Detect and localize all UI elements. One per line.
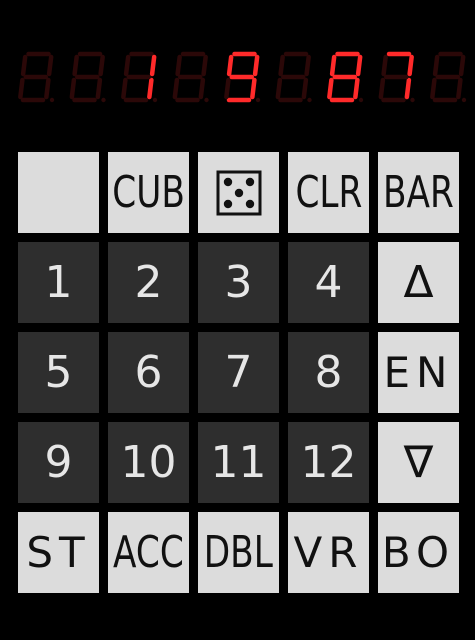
st-button-label: ST: [26, 528, 91, 577]
bo-button[interactable]: BO: [378, 512, 459, 593]
digit-1-dot: [49, 97, 55, 103]
key-9-label: 9: [44, 437, 73, 488]
digit-7-segment-f: [329, 54, 337, 77]
key-7-label: 7: [224, 347, 253, 398]
key-12-label: 12: [300, 437, 357, 488]
digit-9-segment-c: [456, 77, 463, 100]
up-button-label: Δ: [403, 257, 434, 308]
digit-1-segment-f: [20, 54, 28, 77]
digit-1-segment-c: [44, 77, 51, 100]
key-11[interactable]: 11: [198, 422, 279, 503]
key-4[interactable]: 4: [288, 242, 369, 323]
key-4-label: 4: [314, 257, 343, 308]
st-button[interactable]: ST: [18, 512, 99, 593]
digit-7-dot: [358, 97, 364, 103]
digit-4-segment-b: [201, 54, 208, 77]
key-5[interactable]: 5: [18, 332, 99, 413]
digit-9-segment-b: [458, 54, 466, 77]
bo-button-label: BO: [381, 528, 456, 577]
key-6[interactable]: 6: [108, 332, 189, 413]
bar-button[interactable]: BAR: [378, 152, 459, 233]
key-10[interactable]: 10: [108, 422, 189, 503]
digit-3-segment-f: [123, 54, 131, 77]
digit-9-segment-e: [430, 77, 437, 100]
key-1[interactable]: 1: [18, 242, 99, 323]
keypad: CUB CLR BAR 1 2 3 4 Δ 5 6 7 8 EN 9 10 11 12 ∇ ST ACC DBL VR BO: [18, 152, 459, 593]
acc-button[interactable]: ACC: [108, 512, 189, 593]
digit-6-segment-b: [304, 54, 311, 77]
digit-5-segment-b: [252, 54, 260, 77]
digit-5-segment-e: [224, 77, 231, 100]
digit-8-dot: [410, 97, 415, 103]
clear-button[interactable]: CLR: [288, 152, 369, 233]
vr-button[interactable]: VR: [288, 512, 369, 593]
digit-6-dot: [307, 97, 312, 103]
seven-segment-display: [0, 0, 475, 140]
key-11-label: 11: [210, 437, 267, 488]
digit-3-segment-e: [121, 77, 128, 100]
display-digits: [18, 51, 467, 103]
bar-button-label: BAR: [383, 167, 454, 218]
en-button[interactable]: EN: [378, 332, 459, 413]
key-2-label: 2: [134, 257, 163, 308]
key-12[interactable]: 12: [288, 422, 369, 503]
digit-7-segment-c: [353, 77, 360, 100]
digit-3-segment-b: [149, 54, 157, 77]
digit-6-segment-c: [301, 77, 309, 100]
key-3[interactable]: 3: [198, 242, 279, 323]
key-3-label: 3: [224, 257, 253, 308]
digit-4-dot: [204, 97, 209, 103]
key-8-label: 8: [314, 347, 343, 398]
vr-button-label: VR: [293, 528, 364, 577]
digit-2-segment-b: [98, 54, 105, 77]
key-2[interactable]: 2: [108, 242, 189, 323]
digit-8-segment-e: [378, 77, 386, 100]
down-button[interactable]: ∇: [378, 422, 459, 503]
up-button[interactable]: Δ: [378, 242, 459, 323]
key-8[interactable]: 8: [288, 332, 369, 413]
key-7[interactable]: 7: [198, 332, 279, 413]
dice-five-icon: [216, 170, 261, 215]
dice-button[interactable]: [198, 152, 279, 233]
down-button-label: ∇: [403, 437, 434, 488]
blank-key[interactable]: [18, 152, 99, 233]
digit-2-dot: [101, 97, 106, 103]
digit-5-dot: [255, 97, 261, 103]
key-9[interactable]: 9: [18, 422, 99, 503]
digit-3-dot: [152, 97, 158, 103]
digit-7-segment-b: [355, 54, 363, 77]
digit-9-segment-f: [432, 54, 440, 77]
digit-6-segment-f: [278, 54, 285, 77]
digit-2-segment-c: [95, 77, 103, 100]
digit-4-segment-e: [172, 77, 180, 100]
digit-7-segment-e: [327, 77, 334, 100]
digit-6-segment-e: [275, 77, 283, 100]
cub-button-label: CUB: [112, 167, 185, 218]
digit-4-segment-f: [175, 54, 182, 77]
key-6-label: 6: [134, 347, 163, 398]
digit-1-segment-b: [46, 54, 54, 77]
digit-5-segment-f: [226, 54, 234, 77]
digit-5-segment-c: [250, 77, 257, 100]
key-1-label: 1: [44, 257, 73, 308]
acc-button-label: ACC: [113, 527, 184, 578]
digit-2-segment-e: [69, 77, 77, 100]
en-button-label: EN: [383, 348, 454, 397]
digit-3-segment-c: [147, 77, 154, 100]
key-10-label: 10: [120, 437, 177, 488]
digit-8-segment-b: [407, 54, 414, 77]
digit-8-segment-c: [404, 77, 412, 100]
key-5-label: 5: [44, 347, 73, 398]
digit-4-segment-c: [198, 77, 206, 100]
digit-1-segment-e: [18, 77, 25, 100]
digit-2-segment-f: [72, 54, 79, 77]
dbl-button-label: DBL: [203, 527, 274, 578]
digit-8-segment-f: [381, 54, 388, 77]
clear-button-label: CLR: [295, 167, 362, 218]
digit-9-dot: [461, 97, 467, 103]
cub-button[interactable]: CUB: [108, 152, 189, 233]
dbl-button[interactable]: DBL: [198, 512, 279, 593]
